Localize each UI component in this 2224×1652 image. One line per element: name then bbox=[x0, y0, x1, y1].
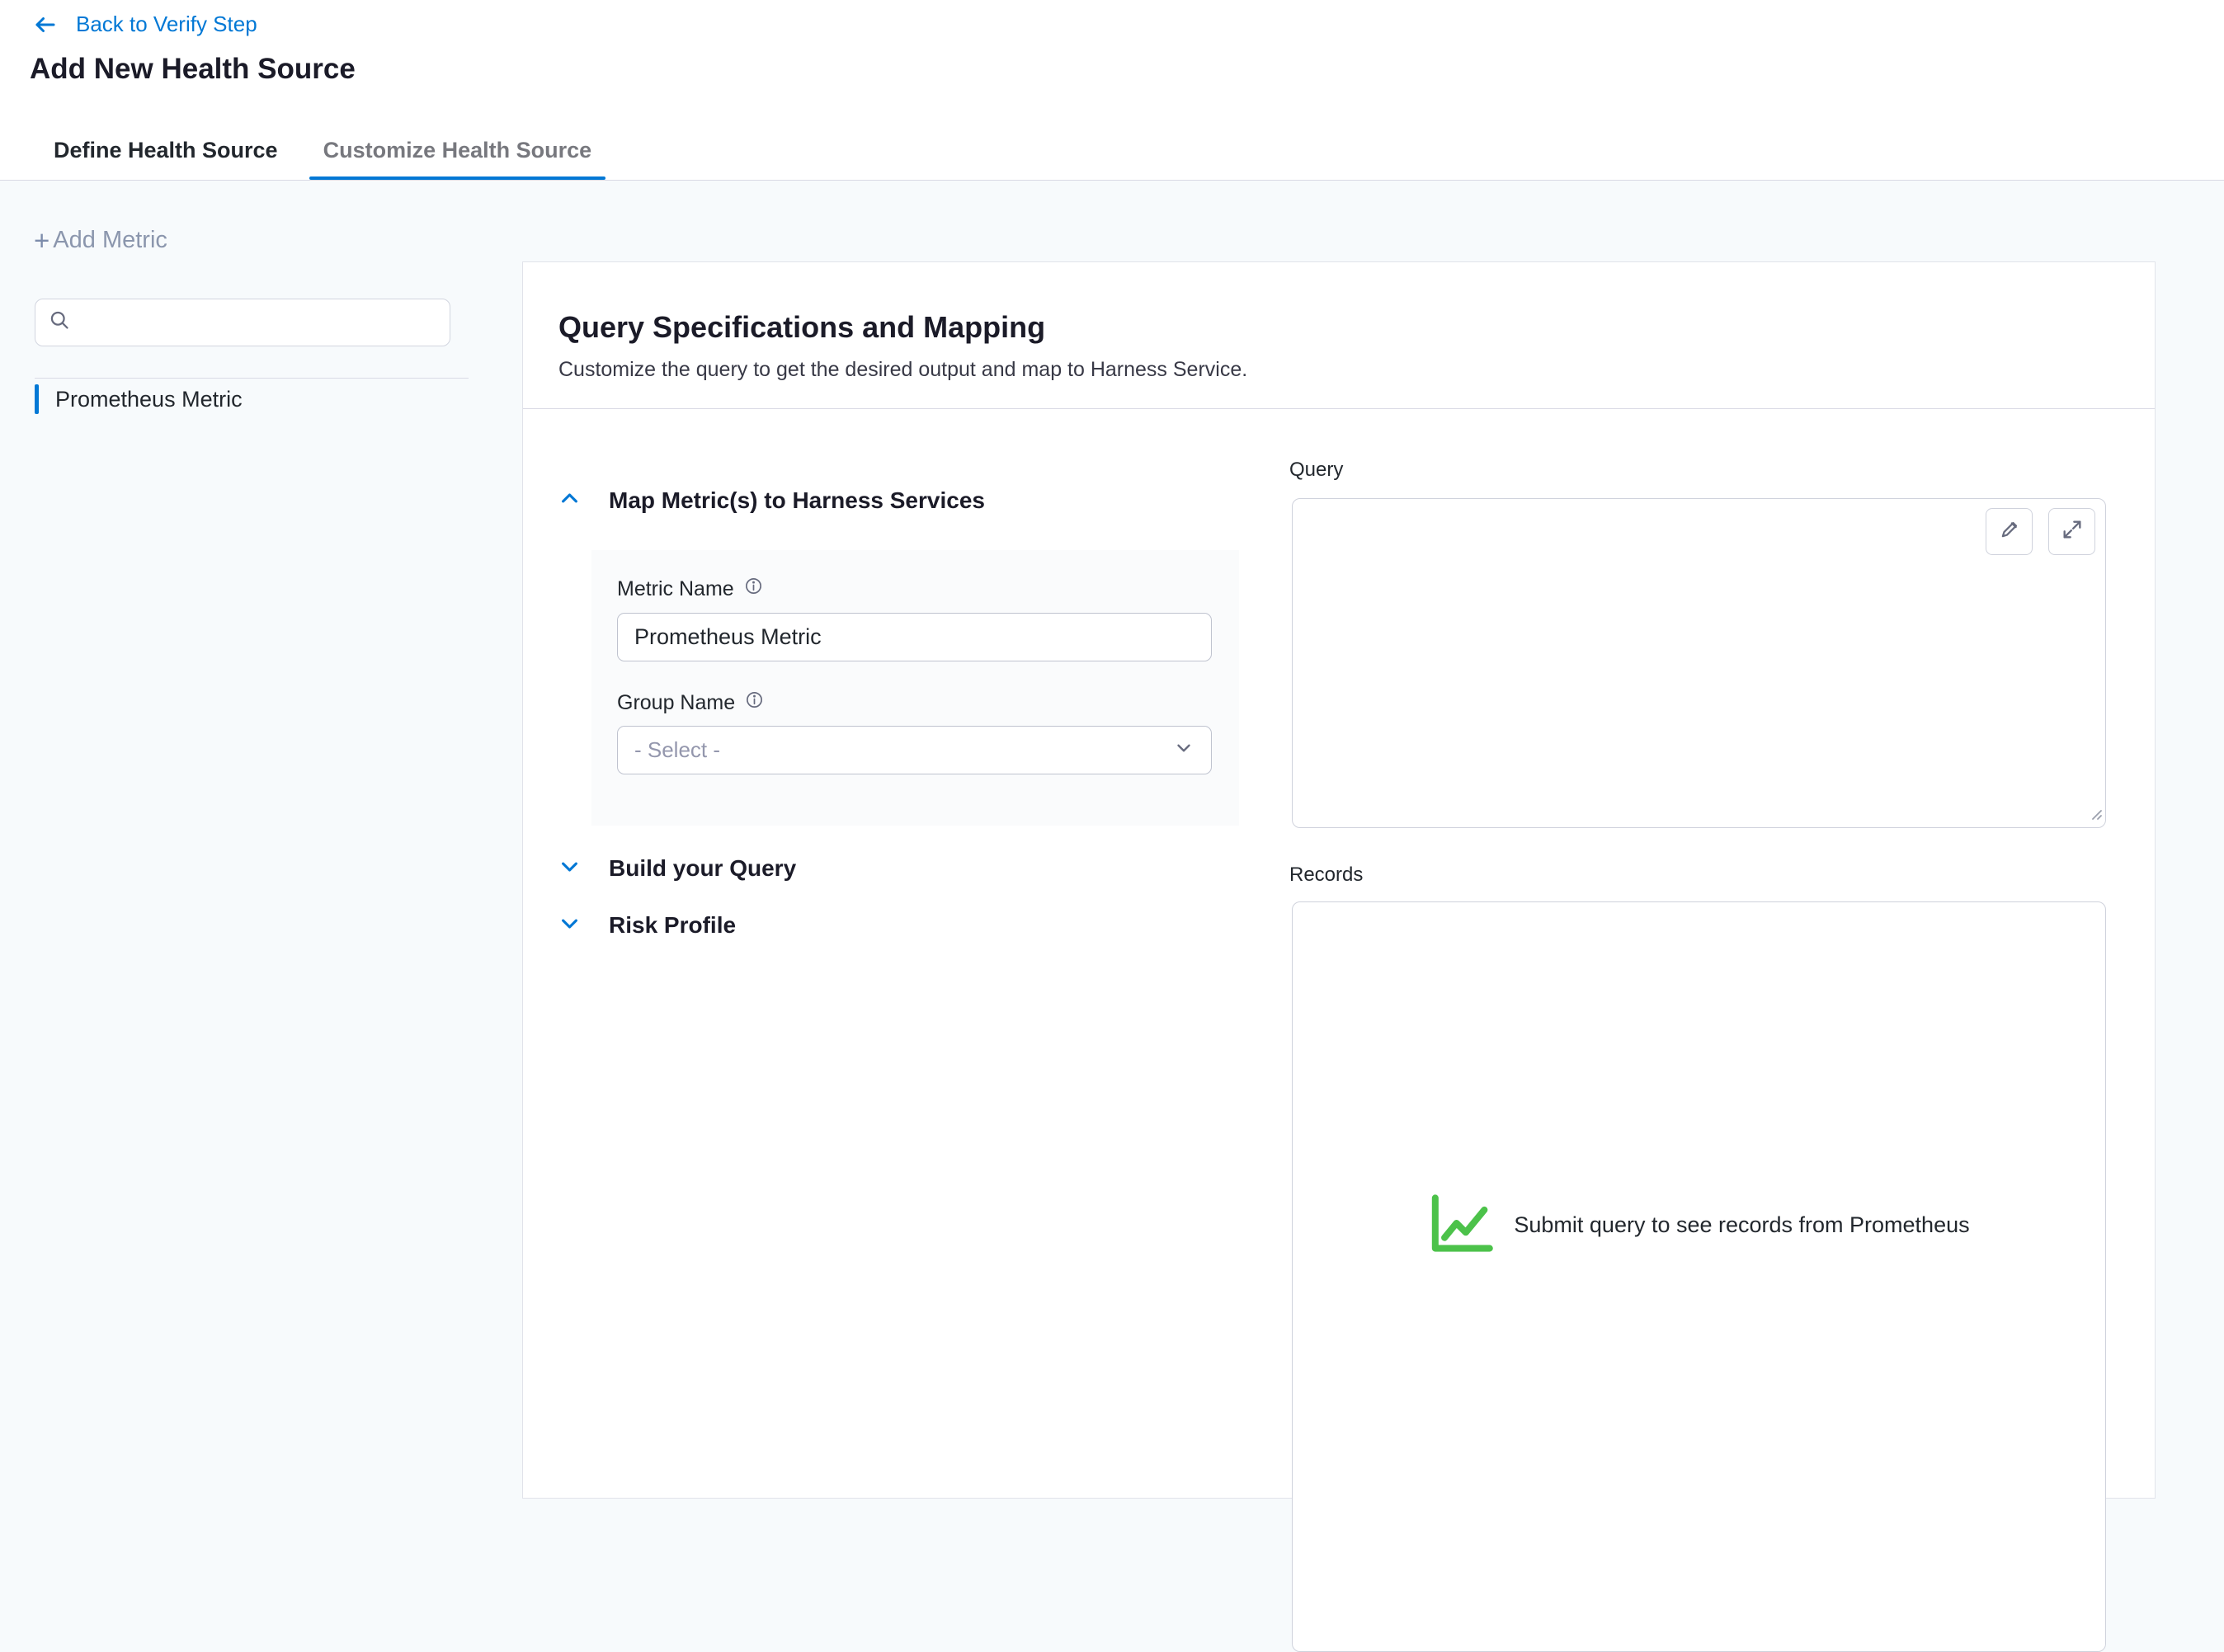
page-title: Add New Health Source bbox=[30, 53, 356, 86]
records-label: Records bbox=[1289, 864, 1363, 887]
query-label: Query bbox=[1289, 459, 1343, 482]
section-title: Map Metric(s) to Harness Services bbox=[609, 487, 985, 514]
map-metrics-form-panel: Metric Name Group Name - Select - bbox=[591, 550, 1239, 826]
section-map-metrics[interactable]: Map Metric(s) to Harness Services bbox=[558, 487, 985, 514]
back-link[interactable]: Back to Verify Step bbox=[33, 12, 257, 37]
expand-icon bbox=[2061, 518, 2084, 545]
page-header: Back to Verify Step Add New Health Sourc… bbox=[0, 0, 2224, 181]
chevron-down-icon bbox=[558, 855, 581, 882]
info-icon[interactable] bbox=[745, 690, 764, 715]
selected-indicator bbox=[35, 384, 39, 414]
arrow-left-icon bbox=[33, 12, 58, 37]
resize-handle[interactable] bbox=[2086, 804, 2103, 825]
chevron-down-icon bbox=[558, 912, 581, 939]
group-name-select[interactable]: - Select - bbox=[617, 726, 1212, 774]
edit-query-button[interactable] bbox=[1986, 508, 2033, 555]
back-link-label: Back to Verify Step bbox=[76, 12, 257, 37]
query-toolbar bbox=[1986, 508, 2095, 555]
pencil-icon bbox=[1998, 518, 2021, 545]
section-title: Risk Profile bbox=[609, 912, 736, 939]
add-metric-label: Add Metric bbox=[53, 227, 167, 254]
tab-customize-health-source[interactable]: Customize Health Source bbox=[309, 120, 606, 180]
tab-bar: Define Health Source Customize Health So… bbox=[50, 120, 605, 180]
group-name-label-row: Group Name bbox=[617, 690, 1213, 715]
section-risk-profile[interactable]: Risk Profile bbox=[558, 912, 736, 939]
section-build-your-query[interactable]: Build your Query bbox=[558, 855, 796, 882]
add-metric-button[interactable]: + Add Metric bbox=[34, 227, 167, 254]
select-placeholder: - Select - bbox=[634, 737, 720, 763]
chevron-down-icon bbox=[1173, 737, 1194, 763]
sidebar-divider bbox=[35, 378, 469, 379]
tab-define-health-source[interactable]: Define Health Source bbox=[50, 120, 281, 180]
query-editor bbox=[1292, 498, 2106, 828]
query-textarea[interactable] bbox=[1292, 498, 2106, 828]
chevron-up-icon bbox=[558, 487, 581, 514]
expand-query-button[interactable] bbox=[2048, 508, 2095, 555]
metric-item-label: Prometheus Metric bbox=[55, 387, 243, 412]
query-specifications-card: Query Specifications and Mapping Customi… bbox=[522, 261, 2156, 1499]
card-subheading: Customize the query to get the desired o… bbox=[558, 358, 2119, 382]
records-panel: Submit query to see records from Prometh… bbox=[1292, 901, 2106, 1652]
card-header: Query Specifications and Mapping Customi… bbox=[523, 262, 2155, 409]
info-icon[interactable] bbox=[744, 577, 763, 601]
metric-name-input[interactable] bbox=[617, 613, 1212, 661]
sidebar-item-prometheus-metric[interactable]: Prometheus Metric bbox=[35, 383, 243, 416]
search-icon bbox=[49, 309, 71, 336]
card-heading: Query Specifications and Mapping bbox=[558, 310, 2119, 345]
records-empty-message: Submit query to see records from Prometh… bbox=[1514, 1212, 1969, 1238]
search-input[interactable] bbox=[71, 299, 450, 346]
line-chart-icon bbox=[1428, 1193, 1496, 1258]
metric-name-label-row: Metric Name bbox=[617, 577, 1213, 601]
group-name-label: Group Name bbox=[617, 691, 735, 715]
metric-search-box bbox=[35, 299, 450, 346]
records-empty-state: Submit query to see records from Prometh… bbox=[1293, 1193, 2105, 1258]
metrics-sidebar: + Add Metric Prometheus Metric bbox=[0, 181, 522, 1397]
section-title: Build your Query bbox=[609, 855, 796, 882]
plus-icon: + bbox=[34, 227, 49, 254]
metric-name-label: Metric Name bbox=[617, 577, 734, 601]
